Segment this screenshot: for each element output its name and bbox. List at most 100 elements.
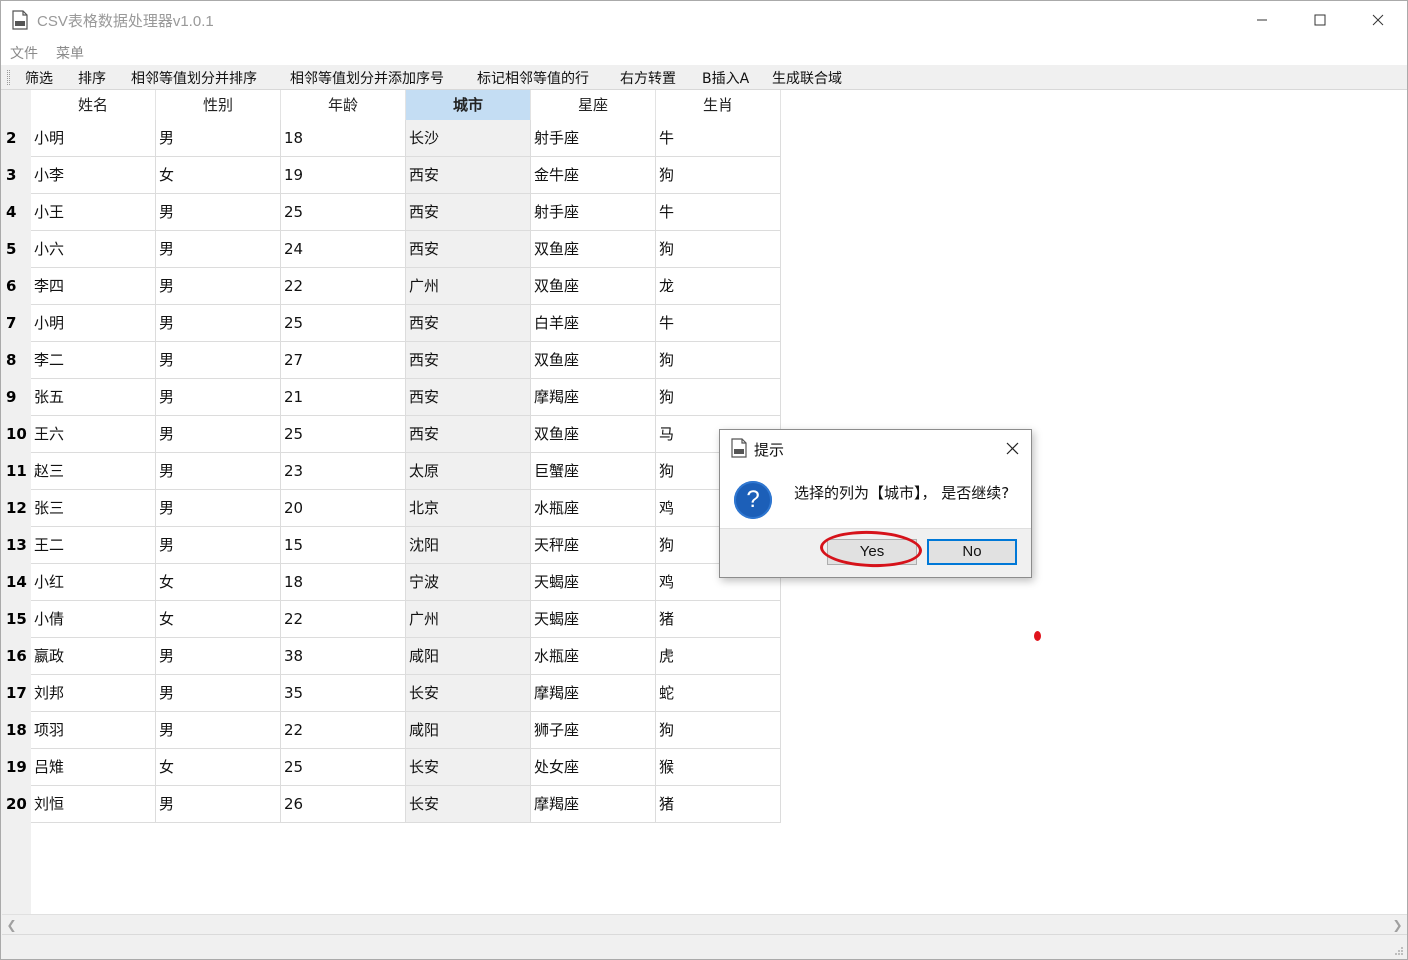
table-cell[interactable]: 长安 [406, 749, 531, 786]
row-number[interactable]: 12 [6, 490, 31, 527]
table-cell[interactable]: 双鱼座 [531, 342, 656, 379]
toolbar-grip[interactable] [7, 70, 10, 85]
table-cell[interactable]: 22 [281, 601, 406, 638]
scroll-right-icon[interactable]: ❯ [1388, 915, 1407, 934]
table-cell[interactable]: 男 [156, 675, 281, 712]
table-cell[interactable]: 25 [281, 416, 406, 453]
table-cell[interactable]: 女 [156, 749, 281, 786]
table-cell[interactable]: 男 [156, 786, 281, 823]
table-cell[interactable]: 女 [156, 564, 281, 601]
table-cell[interactable]: 长安 [406, 786, 531, 823]
table-cell[interactable]: 项羽 [31, 712, 156, 749]
table-cell[interactable]: 张五 [31, 379, 156, 416]
table-cell[interactable]: 牛 [656, 194, 781, 231]
table-cell[interactable]: 22 [281, 712, 406, 749]
table-cell[interactable]: 小明 [31, 120, 156, 157]
table-cell[interactable]: 男 [156, 231, 281, 268]
table-cell[interactable]: 吕雉 [31, 749, 156, 786]
table-cell[interactable]: 双鱼座 [531, 416, 656, 453]
table-cell[interactable]: 狮子座 [531, 712, 656, 749]
row-number[interactable]: 15 [6, 601, 31, 638]
table-cell[interactable]: 27 [281, 342, 406, 379]
table-cell[interactable]: 李二 [31, 342, 156, 379]
table-cell[interactable]: 摩羯座 [531, 675, 656, 712]
scroll-left-icon[interactable]: ❮ [2, 915, 21, 934]
minimize-button[interactable] [1233, 1, 1291, 39]
table-cell[interactable]: 狗 [656, 379, 781, 416]
row-number[interactable]: 20 [6, 786, 31, 823]
row-number[interactable]: 11 [6, 453, 31, 490]
row-number[interactable]: 2 [6, 120, 31, 157]
table-cell[interactable]: 小六 [31, 231, 156, 268]
table-cell[interactable]: 26 [281, 786, 406, 823]
column-header[interactable]: 星座 [531, 90, 656, 120]
row-number[interactable]: 6 [6, 268, 31, 305]
table-cell[interactable]: 男 [156, 268, 281, 305]
table-cell[interactable]: 蛇 [656, 675, 781, 712]
table-cell[interactable]: 狗 [656, 342, 781, 379]
table-cell[interactable]: 刘恒 [31, 786, 156, 823]
table-cell[interactable]: 牛 [656, 305, 781, 342]
row-number[interactable]: 9 [6, 379, 31, 416]
table-cell[interactable]: 25 [281, 305, 406, 342]
table-cell[interactable]: 牛 [656, 120, 781, 157]
table-cell[interactable]: 男 [156, 379, 281, 416]
row-number[interactable]: 5 [6, 231, 31, 268]
table-cell[interactable]: 虎 [656, 638, 781, 675]
table-cell[interactable]: 狗 [656, 157, 781, 194]
table-cell[interactable]: 19 [281, 157, 406, 194]
table-cell[interactable]: 狗 [656, 712, 781, 749]
table-cell[interactable]: 水瓶座 [531, 638, 656, 675]
sort-button[interactable]: 排序 [78, 68, 106, 88]
table-cell[interactable]: 男 [156, 120, 281, 157]
table-cell[interactable]: 西安 [406, 305, 531, 342]
table-cell[interactable]: 35 [281, 675, 406, 712]
table-cell[interactable]: 猪 [656, 786, 781, 823]
table-cell[interactable]: 18 [281, 564, 406, 601]
table-cell[interactable]: 38 [281, 638, 406, 675]
table-cell[interactable]: 白羊座 [531, 305, 656, 342]
table-cell[interactable]: 男 [156, 416, 281, 453]
table-cell[interactable]: 金牛座 [531, 157, 656, 194]
table-cell[interactable]: 双鱼座 [531, 268, 656, 305]
column-header[interactable]: 生肖 [656, 90, 781, 120]
row-number[interactable]: 7 [6, 305, 31, 342]
table-cell[interactable]: 西安 [406, 194, 531, 231]
menu-menu[interactable]: 菜单 [56, 43, 84, 63]
table-cell[interactable]: 小王 [31, 194, 156, 231]
row-number[interactable]: 10 [6, 416, 31, 453]
table-cell[interactable]: 射手座 [531, 120, 656, 157]
table-cell[interactable]: 咸阳 [406, 712, 531, 749]
insert-b-into-a-button[interactable]: B插入A [702, 68, 749, 88]
row-number[interactable]: 13 [6, 527, 31, 564]
row-number[interactable]: 16 [6, 638, 31, 675]
table-cell[interactable]: 小明 [31, 305, 156, 342]
table-cell[interactable]: 天蝎座 [531, 564, 656, 601]
table-cell[interactable]: 小李 [31, 157, 156, 194]
table-cell[interactable]: 西安 [406, 231, 531, 268]
table-cell[interactable]: 西安 [406, 379, 531, 416]
row-number[interactable]: 3 [6, 157, 31, 194]
table-cell[interactable]: 男 [156, 712, 281, 749]
table-cell[interactable]: 北京 [406, 490, 531, 527]
table-cell[interactable]: 男 [156, 453, 281, 490]
table-cell[interactable]: 长安 [406, 675, 531, 712]
row-number[interactable]: 19 [6, 749, 31, 786]
table-cell[interactable]: 李四 [31, 268, 156, 305]
table-cell[interactable]: 双鱼座 [531, 231, 656, 268]
table-cell[interactable]: 男 [156, 305, 281, 342]
row-number[interactable]: 8 [6, 342, 31, 379]
table-cell[interactable]: 太原 [406, 453, 531, 490]
column-header[interactable]: 性别 [156, 90, 281, 120]
table-cell[interactable]: 25 [281, 194, 406, 231]
table-cell[interactable]: 龙 [656, 268, 781, 305]
table-cell[interactable]: 沈阳 [406, 527, 531, 564]
table-cell[interactable]: 射手座 [531, 194, 656, 231]
horizontal-scrollbar[interactable]: ❮ ❯ [2, 914, 1407, 933]
row-number[interactable]: 4 [6, 194, 31, 231]
table-cell[interactable]: 狗 [656, 231, 781, 268]
table-cell[interactable]: 男 [156, 638, 281, 675]
table-cell[interactable]: 王六 [31, 416, 156, 453]
table-cell[interactable]: 18 [281, 120, 406, 157]
generate-joint-domain-button[interactable]: 生成联合域 [772, 68, 842, 88]
